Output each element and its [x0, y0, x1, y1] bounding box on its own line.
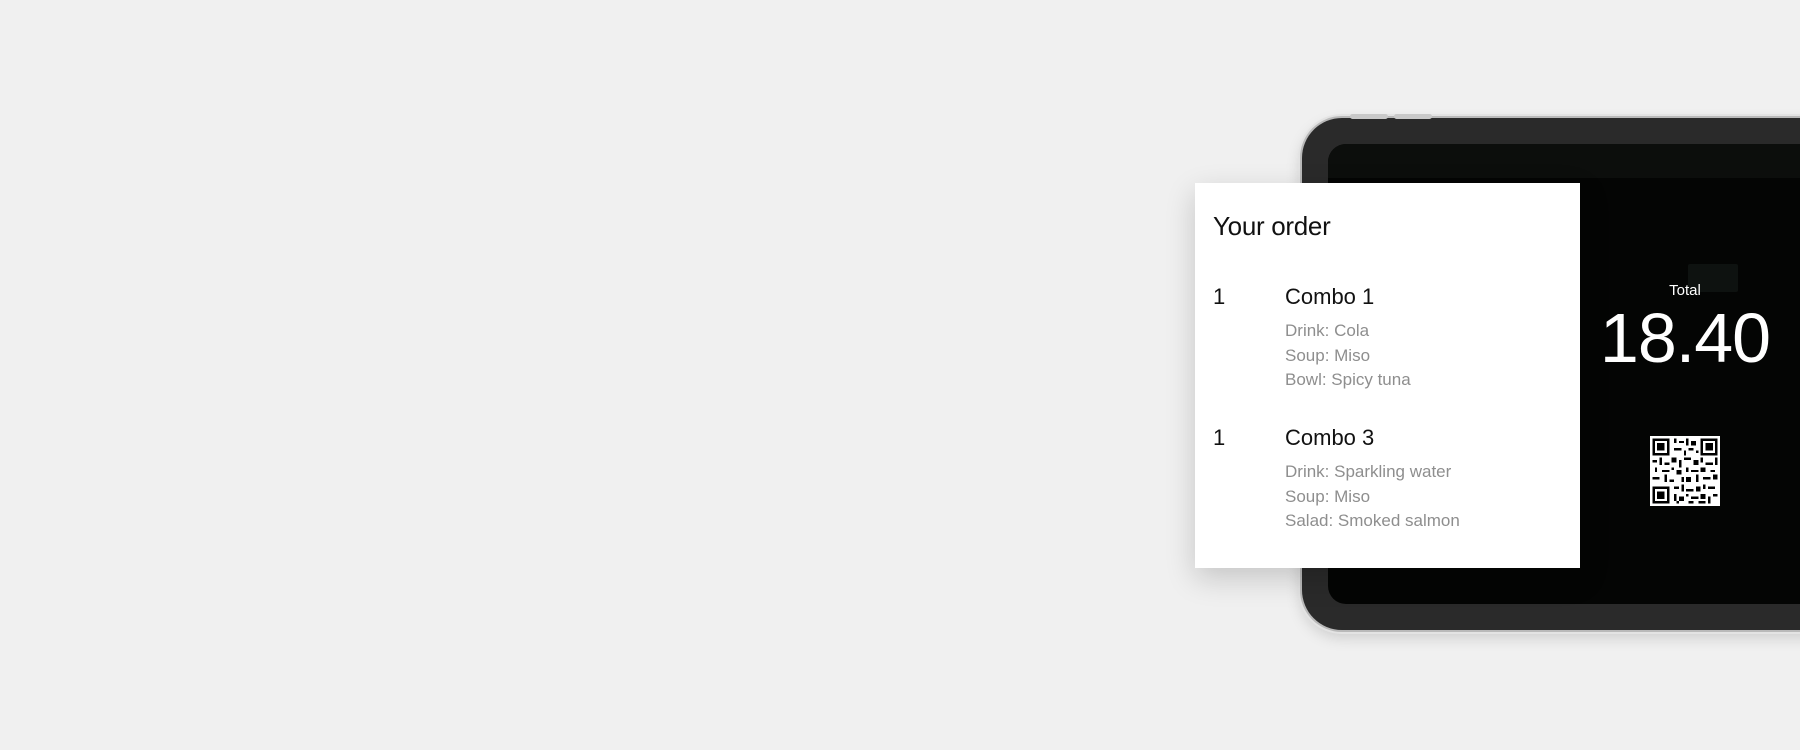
item-options: Drink: Sparkling water Soup: Miso Salad:…	[1285, 460, 1460, 534]
item-quantity: 1	[1213, 284, 1226, 309]
total-amount: 18.40	[1599, 299, 1771, 377]
item-quantity: 1	[1213, 425, 1226, 450]
item-option: Soup: Miso	[1285, 486, 1371, 506]
screen-top-bar	[1328, 144, 1800, 178]
order-title: Your order	[1213, 211, 1331, 241]
device-button	[1394, 114, 1432, 119]
item-name: Combo 1	[1285, 284, 1375, 309]
device-button	[1350, 114, 1388, 119]
item-option: Salad: Smoked salmon	[1285, 511, 1460, 530]
item-option: Drink: Sparkling water	[1285, 462, 1452, 481]
qr-code-icon[interactable]	[1650, 436, 1720, 506]
item-option: Bowl: Spicy tuna	[1285, 370, 1411, 389]
item-options: Drink: Cola Soup: Miso Bowl: Spicy tuna	[1285, 319, 1411, 393]
total-label: Total	[1669, 282, 1701, 299]
item-name: Combo 3	[1285, 425, 1375, 450]
item-option: Drink: Cola	[1285, 321, 1370, 340]
order-card: Your order 1 Combo 1 Drink: Cola Soup: M…	[1195, 183, 1580, 568]
item-option: Soup: Miso	[1285, 345, 1371, 365]
